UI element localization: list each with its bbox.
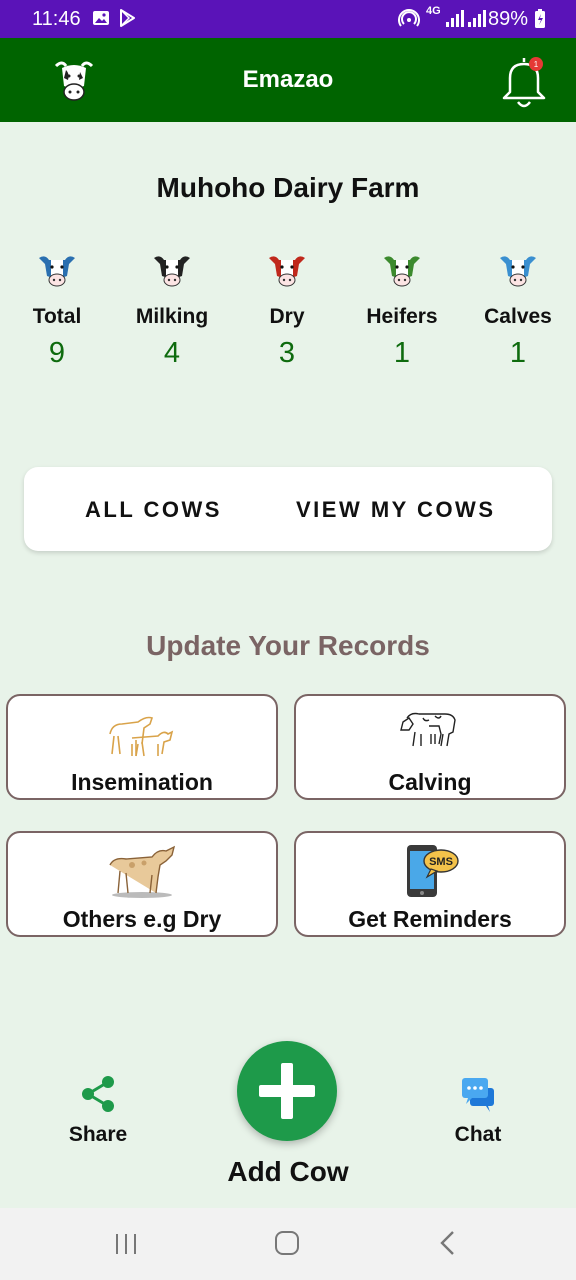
signal-icon [444, 9, 466, 34]
add-cow-label: Add Cow [227, 1156, 349, 1187]
chat-icon [462, 1078, 494, 1112]
stat-milking[interactable]: Milking 4 [117, 250, 227, 370]
status-time: 11:46 [32, 8, 81, 30]
stat-heifers[interactable]: Heifers 1 [347, 250, 457, 370]
view-my-cows-button[interactable]: VIEW MY COWS [296, 497, 496, 523]
stat-label: Dry [269, 305, 305, 328]
recent-apps-icon[interactable] [113, 1232, 139, 1261]
stat-value: 4 [163, 337, 181, 369]
play-store-icon [118, 9, 136, 32]
get-reminders-card[interactable]: SMS Get Reminders [294, 831, 566, 937]
stat-total[interactable]: Total 9 [2, 250, 112, 370]
others-card[interactable]: Others e.g Dry [6, 831, 278, 937]
share-label: Share [68, 1123, 128, 1146]
cows-button-group: ALL COWS VIEW MY COWS [24, 467, 552, 551]
calving-card[interactable]: Calving [294, 694, 566, 800]
sms-phone-icon: SMS [296, 841, 564, 906]
app-bar: Emazao 1 [0, 38, 576, 122]
all-cows-button[interactable]: ALL COWS [85, 497, 222, 523]
plus-icon [259, 1063, 315, 1119]
network-type: 4G [426, 5, 441, 17]
cow-heifers-icon [384, 256, 420, 287]
signal-icon-2 [466, 9, 488, 34]
gallery-icon [92, 9, 110, 32]
app-title: Emazao [242, 66, 334, 93]
sms-badge-text: SMS [429, 856, 453, 868]
chat-label: Chat [454, 1123, 502, 1146]
stat-value: 3 [278, 337, 296, 369]
card-label: Insemination [71, 769, 213, 795]
stat-label: Total [32, 305, 82, 328]
card-label: Calving [388, 769, 472, 795]
back-icon[interactable] [438, 1230, 458, 1261]
cow-total-icon [39, 256, 75, 287]
hotspot-icon [398, 9, 420, 34]
cow-dry-icon [269, 256, 305, 287]
battery-percent: 89% [487, 8, 528, 30]
stat-calves[interactable]: Calves 1 [463, 250, 573, 370]
calf-icon [8, 841, 276, 906]
insemination-card[interactable]: Insemination [6, 694, 278, 800]
add-cow-button[interactable] [237, 1041, 337, 1141]
share-icon [82, 1076, 114, 1112]
herd-stats: Total 9 Milking 4 Dry 3 Heifers 1 Calves… [0, 250, 576, 390]
farm-name: Muhoho Dairy Farm [156, 172, 420, 203]
status-bar: 11:46 4G 89% [0, 0, 576, 38]
insemination-icon [8, 704, 276, 765]
chat-button[interactable]: Chat [436, 1074, 520, 1147]
cow-calves-icon [500, 256, 536, 287]
home-icon[interactable] [274, 1230, 300, 1261]
stat-dry[interactable]: Dry 3 [232, 250, 342, 370]
stat-label: Heifers [366, 305, 438, 328]
share-button[interactable]: Share [56, 1074, 140, 1147]
stat-value: 1 [509, 337, 527, 369]
stat-label: Milking [135, 305, 209, 328]
cow-milking-icon [154, 256, 190, 287]
calving-icon [296, 704, 564, 757]
system-nav-bar [0, 1208, 576, 1280]
card-label: Get Reminders [348, 906, 512, 932]
notification-count: 1 [534, 60, 539, 69]
stat-label: Calves [484, 305, 552, 328]
battery-icon [534, 9, 546, 34]
bell-icon[interactable]: 1 [496, 52, 552, 117]
stat-value: 9 [48, 337, 66, 369]
section-title: Update Your Records [146, 630, 430, 661]
card-label: Others e.g Dry [62, 906, 222, 932]
stat-value: 1 [393, 337, 411, 369]
